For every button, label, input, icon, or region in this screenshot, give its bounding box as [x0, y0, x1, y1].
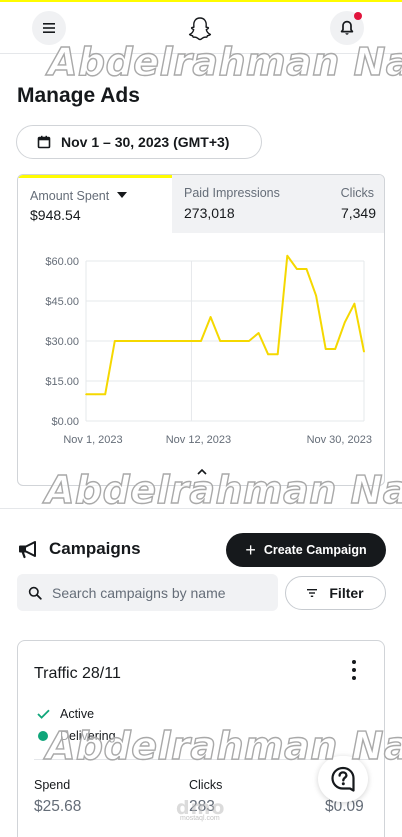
- data-point: [152, 340, 154, 342]
- data-point: [286, 254, 289, 257]
- chevron-up-icon[interactable]: [195, 467, 209, 477]
- metric-value: $948.54: [30, 207, 81, 223]
- metric-tab-paid-impressions[interactable]: Paid Impressions: [184, 186, 280, 200]
- stat-label-spend: Spend: [34, 778, 71, 792]
- data-point: [200, 340, 202, 342]
- status-delivering: Delivering: [36, 729, 116, 743]
- x-tick-label: Nov 30, 2023: [307, 434, 372, 446]
- y-tick-label: $15.00: [45, 376, 79, 388]
- top-bar: [0, 0, 402, 54]
- date-range-picker[interactable]: Nov 1 – 30, 2023 (GMT+3): [16, 125, 262, 159]
- series-line: [86, 254, 365, 396]
- data-point: [181, 340, 183, 342]
- status-label: Active: [60, 707, 95, 721]
- metric-value: 7,349: [340, 205, 376, 221]
- filter-label: Filter: [329, 585, 364, 601]
- menu-button[interactable]: [32, 11, 66, 45]
- x-tick-label: Nov 12, 2023: [166, 434, 231, 446]
- data-point: [276, 353, 279, 356]
- data-point: [104, 393, 106, 396]
- watermark-logo-sub: mostaql.com: [180, 815, 220, 822]
- data-point: [161, 340, 164, 342]
- metric-value: 273,018: [184, 205, 235, 221]
- campaigns-title: Campaigns: [49, 539, 141, 558]
- data-point: [296, 268, 298, 270]
- help-button[interactable]: [318, 756, 368, 802]
- y-tick-label: $0.00: [51, 416, 79, 428]
- metric-tabs-inactive-area: [172, 175, 384, 233]
- page-title: Manage Ads: [17, 84, 140, 107]
- search-input[interactable]: [52, 584, 262, 601]
- create-campaign-label: Create Campaign: [263, 543, 367, 557]
- data-point: [315, 294, 317, 297]
- x-tick-label: Nov 1, 2023: [63, 434, 122, 446]
- data-point: [94, 393, 97, 396]
- date-range-label: Nov 1 – 30, 2023 (GMT+3): [61, 134, 230, 150]
- card-divider: [34, 759, 370, 760]
- y-tick-label: $60.00: [45, 256, 79, 268]
- data-point: [228, 340, 231, 342]
- metric-tab-clicks[interactable]: Clicks: [341, 186, 374, 200]
- data-point: [190, 340, 193, 342]
- data-point: [142, 340, 145, 342]
- bell-icon: [340, 20, 354, 35]
- data-point: [219, 340, 222, 342]
- data-point: [238, 340, 241, 342]
- megaphone-icon: [19, 540, 36, 558]
- notifications-button[interactable]: [330, 11, 364, 45]
- campaign-search[interactable]: [17, 574, 278, 611]
- plus-icon: +: [245, 540, 256, 560]
- data-point: [171, 340, 174, 342]
- help-question-icon: [331, 766, 355, 792]
- data-point: [257, 332, 260, 334]
- create-campaign-button[interactable]: + Create Campaign: [226, 533, 386, 567]
- snapchat-ghost-icon[interactable]: [186, 15, 214, 43]
- filter-button[interactable]: Filter: [285, 576, 386, 610]
- y-tick-label: $45.00: [45, 296, 79, 308]
- status-active: Active: [36, 707, 94, 721]
- data-point: [248, 340, 250, 342]
- search-icon: [28, 586, 42, 600]
- status-label: Delivering: [60, 729, 116, 743]
- data-point: [123, 340, 126, 342]
- data-point: [113, 340, 116, 342]
- campaign-name[interactable]: Traffic 28/11: [34, 665, 121, 683]
- data-point: [133, 340, 135, 342]
- data-point: [305, 268, 308, 270]
- y-tick-label: $30.00: [45, 336, 79, 348]
- data-point: [324, 348, 327, 350]
- data-point: [363, 350, 365, 353]
- green-dot-icon: [36, 731, 50, 741]
- notification-dot: [354, 12, 362, 20]
- section-divider: [0, 508, 402, 509]
- more-options-icon[interactable]: [348, 659, 360, 681]
- metric-tabs: Amount Spent $948.54 Paid Impressions 27…: [18, 175, 384, 233]
- data-point: [267, 353, 269, 356]
- stat-value-spend: $25.68: [34, 798, 82, 815]
- line-chart: $0.00 $15.00 $30.00 $45.00 $60.00 Nov 1, 2023…: [45, 254, 372, 446]
- metric-label: Amount Spent: [30, 189, 128, 203]
- data-point: [334, 348, 337, 350]
- metric-tab-amount-spent[interactable]: Amount Spent $948.54: [18, 175, 172, 233]
- data-point: [353, 302, 356, 305]
- data-point: [85, 393, 87, 396]
- data-point: [209, 316, 212, 318]
- caret-down-icon: [117, 192, 128, 198]
- calendar-icon: [37, 135, 51, 149]
- filter-lines-icon: [307, 589, 318, 597]
- stat-label-clicks: Clicks: [189, 778, 223, 792]
- check-icon: [36, 709, 50, 719]
- performance-chart-card: Amount Spent $948.54 Paid Impressions 27…: [17, 174, 385, 486]
- hamburger-icon: [43, 23, 55, 33]
- campaigns-heading: Campaigns: [18, 539, 141, 559]
- data-point: [344, 321, 346, 324]
